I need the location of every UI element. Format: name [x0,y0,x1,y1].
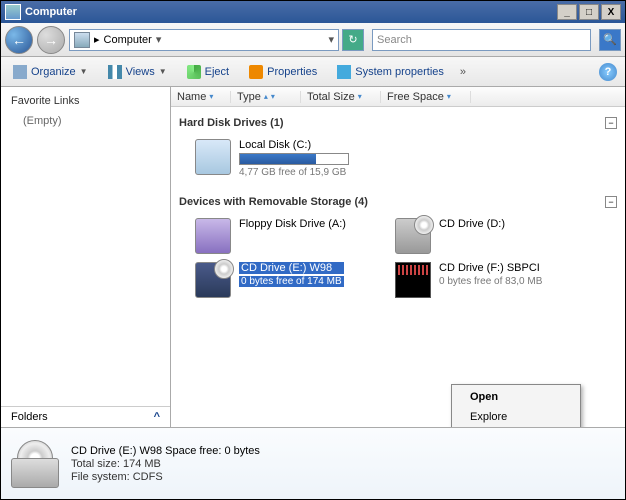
eject-label: Eject [205,66,229,78]
menu-item-explore[interactable]: Explore [454,407,578,427]
refresh-button[interactable]: ↻ [342,29,364,51]
details-file-system: File system: CDFS [71,471,260,483]
folders-toggle[interactable]: Folders ^ [1,406,170,427]
system-properties-button[interactable]: System properties [333,63,448,81]
address-dropdown-icon[interactable]: ▾ [156,33,162,46]
navigation-bar: ← → ▸ Computer ▾ ▾ ↻ Search 🔍 [1,23,625,57]
drive-free-text: 0 bytes free of 83,0 MB [439,276,542,287]
group-title: Devices with Removable Storage (4) [179,196,368,208]
properties-button[interactable]: Properties [245,63,321,81]
drive-name: Floppy Disk Drive (A:) [239,218,346,230]
drive-free-text: 4,77 GB free of 15,9 GB [239,167,349,178]
search-placeholder: Search [377,34,412,46]
drive-cd-f[interactable]: CD Drive (F:) SBPCI 0 bytes free of 83,0… [379,258,579,302]
drive-name: CD Drive (D:) [439,218,505,230]
window-controls: _ □ X [557,4,621,20]
properties-label: Properties [267,66,317,78]
column-headers: Name▾ Type▴▾ Total Size▾ Free Space▾ [171,87,625,107]
column-dropdown-icon[interactable]: ▾ [447,92,451,101]
maximize-button[interactable]: □ [579,4,599,20]
group-header-hdd[interactable]: Hard Disk Drives (1) − [179,111,617,135]
organize-label: Organize [31,66,76,78]
column-total-size[interactable]: Total Size▾ [301,91,381,103]
selected-drive-icon [11,440,59,488]
window-title: Computer [25,6,557,18]
address-bar[interactable]: ▸ Computer ▾ ▾ [69,29,339,51]
column-dropdown-icon[interactable]: ▾ [209,92,213,101]
column-name[interactable]: Name▾ [171,91,231,103]
column-type[interactable]: Type▴▾ [231,91,301,103]
main-area: Favorite Links (Empty) Folders ^ Name▾ T… [1,87,625,427]
hard-drive-icon [195,139,231,175]
folders-label: Folders [11,411,48,423]
drive-info: Local Disk (C:) 4,77 GB free of 15,9 GB [239,139,349,178]
details-pane: CD Drive (E:) W98 Space free: 0 bytes To… [1,427,625,499]
eject-button[interactable]: Eject [183,63,233,81]
close-button[interactable]: X [601,4,621,20]
drive-free-text: 0 bytes free of 174 MB [239,276,344,287]
command-bar: Organize ▼ Views ▼ Eject Properties Syst… [1,57,625,87]
floppy-drive-icon [195,218,231,254]
favorite-links-header: Favorite Links [11,95,160,107]
organize-icon [13,65,27,79]
properties-icon [249,65,263,79]
search-input[interactable]: Search [372,29,591,51]
cd-drive-icon [395,218,431,254]
computer-icon [5,4,21,20]
chevron-down-icon: ▼ [159,67,167,76]
column-free-space[interactable]: Free Space▾ [381,91,471,103]
navigation-pane: Favorite Links (Empty) Folders ^ [1,87,171,427]
chevron-up-icon: ^ [154,411,160,423]
help-button[interactable]: ? [599,63,617,81]
address-history-icon[interactable]: ▾ [328,33,334,46]
system-properties-label: System properties [355,66,444,78]
content-pane: Name▾ Type▴▾ Total Size▾ Free Space▾ Har… [171,87,625,427]
collapse-button[interactable]: − [605,196,617,208]
toolbar-overflow-button[interactable]: » [460,66,466,78]
minimize-button[interactable]: _ [557,4,577,20]
title-bar: Computer _ □ X [1,1,625,23]
context-menu: Open Explore Share... Eject Copy Create … [451,384,581,427]
drive-name: Local Disk (C:) [239,139,349,151]
favorite-links-section: Favorite Links (Empty) [1,87,170,406]
group-title: Hard Disk Drives (1) [179,117,284,129]
details-text: CD Drive (E:) W98 Space free: 0 bytes To… [71,445,260,483]
cd-drive-icon [395,262,431,298]
column-dropdown-icon[interactable]: ▾ [358,92,362,101]
capacity-bar [239,153,349,165]
address-path: Computer [104,34,152,46]
collapse-button[interactable]: − [605,117,617,129]
group-hdd: Hard Disk Drives (1) − Local Disk (C:) 4… [171,107,625,186]
drive-local-c[interactable]: Local Disk (C:) 4,77 GB free of 15,9 GB [179,135,617,182]
cd-drive-icon [195,262,231,298]
column-dropdown-icon[interactable]: ▾ [271,92,275,101]
views-button[interactable]: Views ▼ [104,63,171,81]
details-title: CD Drive (E:) W98 [71,445,162,457]
chevron-down-icon: ▼ [80,67,88,76]
address-sep: ▸ [94,33,100,46]
eject-icon [187,65,201,79]
drive-cd-d[interactable]: CD Drive (D:) [379,214,579,258]
group-header-removable[interactable]: Devices with Removable Storage (4) − [179,190,617,214]
drive-name: CD Drive (E:) W98 [239,262,344,274]
system-properties-icon [337,65,351,79]
back-button[interactable]: ← [5,26,33,54]
computer-icon [74,32,90,48]
favorite-links-empty: (Empty) [11,115,160,127]
search-button[interactable]: 🔍 [599,29,621,51]
drive-cd-e[interactable]: CD Drive (E:) W98 0 bytes free of 174 MB [179,258,379,302]
details-space-free: Space free: 0 bytes [165,445,260,457]
views-label: Views [126,66,155,78]
drive-floppy-a[interactable]: Floppy Disk Drive (A:) [179,214,379,258]
menu-item-open[interactable]: Open [454,387,578,407]
organize-button[interactable]: Organize ▼ [9,63,92,81]
sort-asc-icon: ▴ [264,92,268,101]
group-removable: Devices with Removable Storage (4) − Flo… [171,186,625,306]
forward-button[interactable]: → [37,26,65,54]
views-icon [108,65,122,79]
details-total-size: Total size: 174 MB [71,458,260,470]
drive-name: CD Drive (F:) SBPCI [439,262,542,274]
